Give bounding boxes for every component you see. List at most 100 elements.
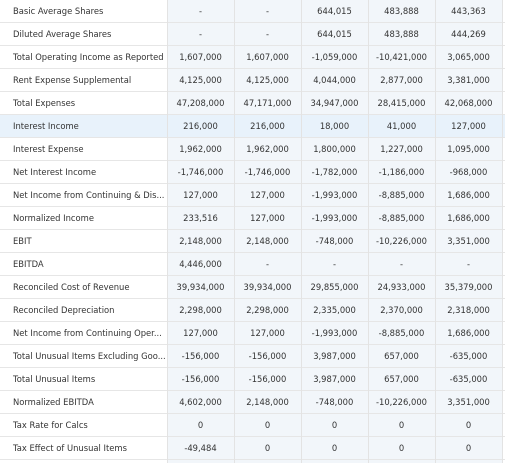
- row-label: Net Interest Income: [13, 167, 97, 177]
- table-cell: 4,446,000: [179, 259, 222, 269]
- table-cell: -: [466, 259, 471, 269]
- table-cell: 3,065,000: [447, 52, 490, 62]
- table-cell: 1,095,000: [447, 144, 490, 154]
- table-cell: -156,000: [181, 374, 220, 384]
- row-label: Total Unusual Items Excluding Goo...: [13, 351, 166, 361]
- table-cell: -: [198, 6, 203, 16]
- table-cell: 4,044,000: [313, 75, 356, 85]
- table-cell: -748,000: [315, 236, 354, 246]
- table-cell: -156,000: [181, 351, 220, 361]
- table-cell: 2,335,000: [313, 305, 356, 315]
- table-row-rent-expense[interactable]: Rent Expense Supplemental 4,125,000 4,12…: [0, 69, 505, 92]
- table-cell: 216,000: [250, 121, 285, 131]
- table-cell: -10,421,000: [376, 52, 427, 62]
- table-cell: 3,351,000: [447, 236, 490, 246]
- table-row-interest-income[interactable]: Interest Income 216,000 216,000 18,000 4…: [0, 115, 505, 138]
- table-cell: 28,415,000: [377, 98, 426, 108]
- table-cell: 2,318,000: [447, 305, 490, 315]
- table-row-net-income-continuing-operations[interactable]: Net Income from Continuing Oper... 127,0…: [0, 322, 505, 345]
- table-cell: -8,885,000: [378, 213, 425, 223]
- table-cell: 1,800,000: [313, 144, 356, 154]
- row-label: Basic Average Shares: [13, 6, 104, 16]
- table-cell: 1,686,000: [447, 213, 490, 223]
- table-row-reconciled-cost-of-revenue[interactable]: Reconciled Cost of Revenue 39,934,000 39…: [0, 276, 505, 299]
- row-label: Reconciled Cost of Revenue: [13, 282, 130, 292]
- table-row-diluted-average-shares[interactable]: Diluted Average Shares - - 644,015 483,8…: [0, 23, 505, 46]
- table-row-ebit[interactable]: EBIT 2,148,000 2,148,000 -748,000 -10,22…: [0, 230, 505, 253]
- column-divider: [167, 0, 168, 463]
- table-row-net-interest-income[interactable]: Net Interest Income -1,746,000 -1,746,00…: [0, 161, 505, 184]
- table-row-total-expenses[interactable]: Total Expenses 47,208,000 47,171,000 34,…: [0, 92, 505, 115]
- table-cell: 2,148,000: [246, 397, 289, 407]
- table-cell: 657,000: [384, 374, 419, 384]
- table-cell: -10,226,000: [376, 397, 427, 407]
- table-cell: -635,000: [449, 374, 488, 384]
- table-cell: 2,148,000: [246, 236, 289, 246]
- table-cell: -748,000: [315, 397, 354, 407]
- row-label: Rent Expense Supplemental: [13, 75, 132, 85]
- table-cell: -1,059,000: [311, 52, 358, 62]
- row-label: Diluted Average Shares: [13, 29, 112, 39]
- table-row-net-income-continuing-discontinued[interactable]: Net Income from Continuing & Dis... 127,…: [0, 184, 505, 207]
- table-cell: -: [332, 259, 337, 269]
- table-cell: -: [265, 29, 270, 39]
- table-row-tax-rate-for-calcs[interactable]: Tax Rate for Calcs 0 0 0 0 0: [0, 414, 505, 437]
- table-cell: 443,363: [451, 6, 486, 16]
- table-row-normalized-ebitda[interactable]: Normalized EBITDA 4,602,000 2,148,000 -7…: [0, 391, 505, 414]
- table-cell: 644,015: [317, 29, 352, 39]
- table-cell: -: [265, 259, 270, 269]
- table-row-ebitda[interactable]: EBITDA 4,446,000 - - - -: [0, 253, 505, 276]
- table-row-interest-expense[interactable]: Interest Expense 1,962,000 1,962,000 1,8…: [0, 138, 505, 161]
- table-cell: 127,000: [250, 328, 285, 338]
- table-cell: 0: [331, 443, 338, 453]
- table-cell: -1,186,000: [378, 167, 425, 177]
- table-cell: -8,885,000: [378, 190, 425, 200]
- table-cell: -1,993,000: [311, 190, 358, 200]
- table-cell: 35,379,000: [444, 282, 493, 292]
- table-cell: -: [265, 6, 270, 16]
- table-row-total-operating-income[interactable]: Total Operating Income as Reported 1,607…: [0, 46, 505, 69]
- table-cell: 1,962,000: [246, 144, 289, 154]
- table-cell: 3,381,000: [447, 75, 490, 85]
- row-label: Net Income from Continuing Oper...: [13, 328, 162, 338]
- table-row-total-unusual-items-excluding-goodwill[interactable]: Total Unusual Items Excluding Goo... -15…: [0, 345, 505, 368]
- table-cell: 127,000: [183, 190, 218, 200]
- table-cell: 3,351,000: [447, 397, 490, 407]
- table-cell: 2,877,000: [380, 75, 423, 85]
- table-cell: 24,933,000: [377, 282, 426, 292]
- table-cell: 1,607,000: [179, 52, 222, 62]
- table-cell: -10,226,000: [376, 236, 427, 246]
- table-cell: -1,993,000: [311, 328, 358, 338]
- table-row-normalized-income[interactable]: Normalized Income 233,516 127,000 -1,993…: [0, 207, 505, 230]
- table-cell: 657,000: [384, 351, 419, 361]
- table-row-tax-effect-of-unusual-items[interactable]: Tax Effect of Unusual Items -49,484 0 0 …: [0, 437, 505, 460]
- column-divider: [234, 0, 235, 463]
- table-cell: 4,125,000: [246, 75, 289, 85]
- table-cell: 0: [465, 420, 472, 430]
- table-cell: 216,000: [183, 121, 218, 131]
- table-cell: -156,000: [248, 374, 287, 384]
- table-cell: 2,148,000: [179, 236, 222, 246]
- table-cell: 18,000: [319, 121, 350, 131]
- table-row-basic-average-shares[interactable]: Basic Average Shares - - 644,015 483,888…: [0, 0, 505, 23]
- table-cell: 1,227,000: [380, 144, 423, 154]
- table-cell: 483,888: [384, 6, 419, 16]
- table-cell: 233,516: [183, 213, 218, 223]
- table-cell: 39,934,000: [243, 282, 292, 292]
- column-divider: [368, 0, 369, 463]
- row-label: Normalized EBITDA: [13, 397, 94, 407]
- table-cell: -156,000: [248, 351, 287, 361]
- table-row-reconciled-depreciation[interactable]: Reconciled Depreciation 2,298,000 2,298,…: [0, 299, 505, 322]
- table-cell: 47,208,000: [176, 98, 225, 108]
- column-divider: [301, 0, 302, 463]
- row-label: Net Income from Continuing & Dis...: [13, 190, 165, 200]
- row-label: Interest Income: [13, 121, 79, 131]
- row-label: EBIT: [13, 236, 32, 246]
- row-label: Reconciled Depreciation: [13, 305, 115, 315]
- table-row-total-unusual-items[interactable]: Total Unusual Items -156,000 -156,000 3,…: [0, 368, 505, 391]
- row-label: Normalized Income: [13, 213, 94, 223]
- table-cell: 127,000: [250, 190, 285, 200]
- table-cell: 2,298,000: [179, 305, 222, 315]
- table-cell: 644,015: [317, 6, 352, 16]
- table-cell: -1,746,000: [177, 167, 224, 177]
